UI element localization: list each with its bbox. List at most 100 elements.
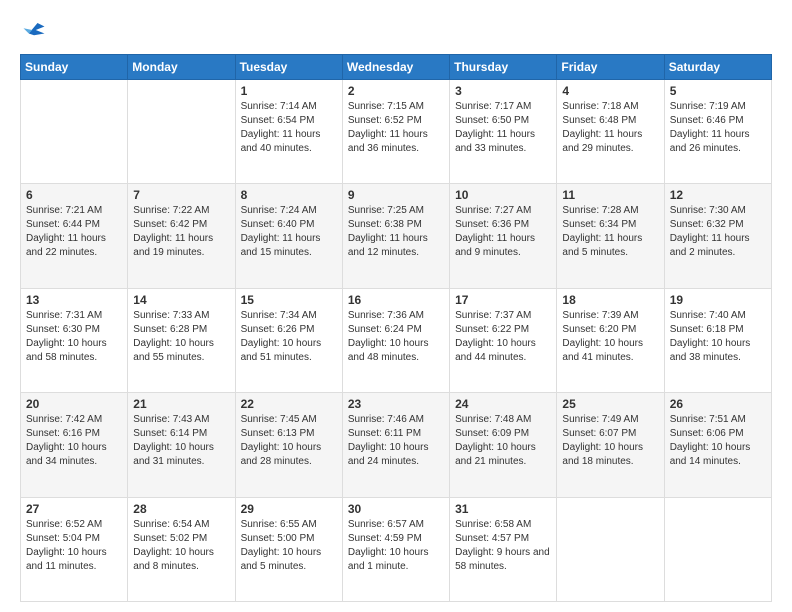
calendar-cell: 21 Sunrise: 7:43 AMSunset: 6:14 PMDayligh… [128, 393, 235, 497]
calendar-cell: 4 Sunrise: 7:18 AMSunset: 6:48 PMDaylight… [557, 80, 664, 184]
day-number: 22 [241, 397, 337, 411]
calendar-header-sunday: Sunday [21, 55, 128, 80]
page-header [20, 16, 772, 44]
calendar-header-row: SundayMondayTuesdayWednesdayThursdayFrid… [21, 55, 772, 80]
day-number: 20 [26, 397, 122, 411]
calendar-cell: 8 Sunrise: 7:24 AMSunset: 6:40 PMDaylight… [235, 184, 342, 288]
calendar-week-2: 6 Sunrise: 7:21 AMSunset: 6:44 PMDaylight… [21, 184, 772, 288]
calendar-week-3: 13 Sunrise: 7:31 AMSunset: 6:30 PMDayligh… [21, 288, 772, 392]
day-info: Sunrise: 7:42 AMSunset: 6:16 PMDaylight:… [26, 413, 122, 469]
calendar-week-4: 20 Sunrise: 7:42 AMSunset: 6:16 PMDayligh… [21, 393, 772, 497]
day-number: 9 [348, 188, 444, 202]
calendar-cell: 22 Sunrise: 7:45 AMSunset: 6:13 PMDayligh… [235, 393, 342, 497]
day-info: Sunrise: 7:37 AMSunset: 6:22 PMDaylight:… [455, 309, 551, 365]
day-number: 21 [133, 397, 229, 411]
day-info: Sunrise: 7:30 AMSunset: 6:32 PMDaylight:… [670, 204, 766, 260]
day-number: 8 [241, 188, 337, 202]
calendar-header-wednesday: Wednesday [342, 55, 449, 80]
day-number: 12 [670, 188, 766, 202]
calendar-week-5: 27 Sunrise: 6:52 AMSunset: 5:04 PMDayligh… [21, 497, 772, 601]
calendar-cell: 14 Sunrise: 7:33 AMSunset: 6:28 PMDayligh… [128, 288, 235, 392]
calendar-cell: 3 Sunrise: 7:17 AMSunset: 6:50 PMDaylight… [450, 80, 557, 184]
calendar-cell: 16Sunrise: 7:36 AMSunset: 6:24 PMDayligh… [342, 288, 449, 392]
calendar-header-tuesday: Tuesday [235, 55, 342, 80]
day-number: 30 [348, 502, 444, 516]
day-number: 24 [455, 397, 551, 411]
calendar-header-thursday: Thursday [450, 55, 557, 80]
calendar-cell: 11 Sunrise: 7:28 AMSunset: 6:34 PMDayligh… [557, 184, 664, 288]
day-number: 15 [241, 293, 337, 307]
day-info: Sunrise: 7:17 AMSunset: 6:50 PMDaylight:… [455, 100, 551, 156]
day-info: Sunrise: 7:51 AMSunset: 6:06 PMDaylight:… [670, 413, 766, 469]
day-number: 5 [670, 84, 766, 98]
day-number: 23 [348, 397, 444, 411]
day-info: Sunrise: 7:45 AMSunset: 6:13 PMDaylight:… [241, 413, 337, 469]
day-info: Sunrise: 7:27 AMSunset: 6:36 PMDaylight:… [455, 204, 551, 260]
day-info: Sunrise: 7:36 AMSunset: 6:24 PMDaylight:… [348, 309, 444, 365]
day-info: Sunrise: 6:58 AMSunset: 4:57 PMDaylight:… [455, 518, 551, 574]
day-info: Sunrise: 7:40 AMSunset: 6:18 PMDaylight:… [670, 309, 766, 365]
calendar-cell: 28 Sunrise: 6:54 AMSunset: 5:02 PMDayligh… [128, 497, 235, 601]
day-number: 29 [241, 502, 337, 516]
day-number: 13 [26, 293, 122, 307]
calendar-cell [664, 497, 771, 601]
day-info: Sunrise: 7:34 AMSunset: 6:26 PMDaylight:… [241, 309, 337, 365]
day-info: Sunrise: 7:31 AMSunset: 6:30 PMDaylight:… [26, 309, 122, 365]
calendar-cell: 30 Sunrise: 6:57 AMSunset: 4:59 PMDayligh… [342, 497, 449, 601]
logo-icon [20, 16, 48, 44]
day-info: Sunrise: 7:33 AMSunset: 6:28 PMDaylight:… [133, 309, 229, 365]
calendar-cell: 26Sunrise: 7:51 AMSunset: 6:06 PMDayligh… [664, 393, 771, 497]
calendar-cell: 25 Sunrise: 7:49 AMSunset: 6:07 PMDayligh… [557, 393, 664, 497]
day-number: 18 [562, 293, 658, 307]
day-number: 19 [670, 293, 766, 307]
day-info: Sunrise: 6:52 AMSunset: 5:04 PMDaylight:… [26, 518, 122, 574]
day-info: Sunrise: 6:57 AMSunset: 4:59 PMDaylight:… [348, 518, 444, 574]
day-info: Sunrise: 7:49 AMSunset: 6:07 PMDaylight:… [562, 413, 658, 469]
day-number: 3 [455, 84, 551, 98]
day-number: 4 [562, 84, 658, 98]
day-info: Sunrise: 7:48 AMSunset: 6:09 PMDaylight:… [455, 413, 551, 469]
calendar-header-monday: Monday [128, 55, 235, 80]
calendar-cell [21, 80, 128, 184]
day-info: Sunrise: 7:43 AMSunset: 6:14 PMDaylight:… [133, 413, 229, 469]
calendar-cell: 20 Sunrise: 7:42 AMSunset: 6:16 PMDayligh… [21, 393, 128, 497]
day-info: Sunrise: 7:28 AMSunset: 6:34 PMDaylight:… [562, 204, 658, 260]
calendar-cell [557, 497, 664, 601]
calendar-cell: 10 Sunrise: 7:27 AMSunset: 6:36 PMDayligh… [450, 184, 557, 288]
day-info: Sunrise: 7:22 AMSunset: 6:42 PMDaylight:… [133, 204, 229, 260]
day-number: 10 [455, 188, 551, 202]
day-info: Sunrise: 7:46 AMSunset: 6:11 PMDaylight:… [348, 413, 444, 469]
day-number: 17 [455, 293, 551, 307]
day-info: Sunrise: 7:24 AMSunset: 6:40 PMDaylight:… [241, 204, 337, 260]
calendar-table: SundayMondayTuesdayWednesdayThursdayFrid… [20, 54, 772, 602]
calendar-cell: 27 Sunrise: 6:52 AMSunset: 5:04 PMDayligh… [21, 497, 128, 601]
calendar-header-friday: Friday [557, 55, 664, 80]
day-info: Sunrise: 7:25 AMSunset: 6:38 PMDaylight:… [348, 204, 444, 260]
calendar-cell: 2Sunrise: 7:15 AMSunset: 6:52 PMDaylight… [342, 80, 449, 184]
day-number: 28 [133, 502, 229, 516]
day-number: 11 [562, 188, 658, 202]
calendar-cell: 24 Sunrise: 7:48 AMSunset: 6:09 PMDayligh… [450, 393, 557, 497]
day-info: Sunrise: 6:54 AMSunset: 5:02 PMDaylight:… [133, 518, 229, 574]
day-number: 25 [562, 397, 658, 411]
day-number: 1 [241, 84, 337, 98]
calendar-cell: 12 Sunrise: 7:30 AMSunset: 6:32 PMDayligh… [664, 184, 771, 288]
calendar-cell: 15 Sunrise: 7:34 AMSunset: 6:26 PMDayligh… [235, 288, 342, 392]
day-info: Sunrise: 7:21 AMSunset: 6:44 PMDaylight:… [26, 204, 122, 260]
calendar-cell: 29 Sunrise: 6:55 AMSunset: 5:00 PMDayligh… [235, 497, 342, 601]
calendar-cell: 18Sunrise: 7:39 AMSunset: 6:20 PMDayligh… [557, 288, 664, 392]
day-info: Sunrise: 6:55 AMSunset: 5:00 PMDaylight:… [241, 518, 337, 574]
calendar-cell: 5 Sunrise: 7:19 AMSunset: 6:46 PMDaylight… [664, 80, 771, 184]
calendar-cell: 19 Sunrise: 7:40 AMSunset: 6:18 PMDayligh… [664, 288, 771, 392]
day-number: 7 [133, 188, 229, 202]
day-info: Sunrise: 7:18 AMSunset: 6:48 PMDaylight:… [562, 100, 658, 156]
day-number: 6 [26, 188, 122, 202]
day-number: 27 [26, 502, 122, 516]
calendar-header-saturday: Saturday [664, 55, 771, 80]
logo [20, 16, 52, 44]
day-number: 31 [455, 502, 551, 516]
calendar-week-1: 1Sunrise: 7:14 AMSunset: 6:54 PMDaylight… [21, 80, 772, 184]
day-number: 14 [133, 293, 229, 307]
calendar-cell: 6 Sunrise: 7:21 AMSunset: 6:44 PMDaylight… [21, 184, 128, 288]
day-info: Sunrise: 7:19 AMSunset: 6:46 PMDaylight:… [670, 100, 766, 156]
